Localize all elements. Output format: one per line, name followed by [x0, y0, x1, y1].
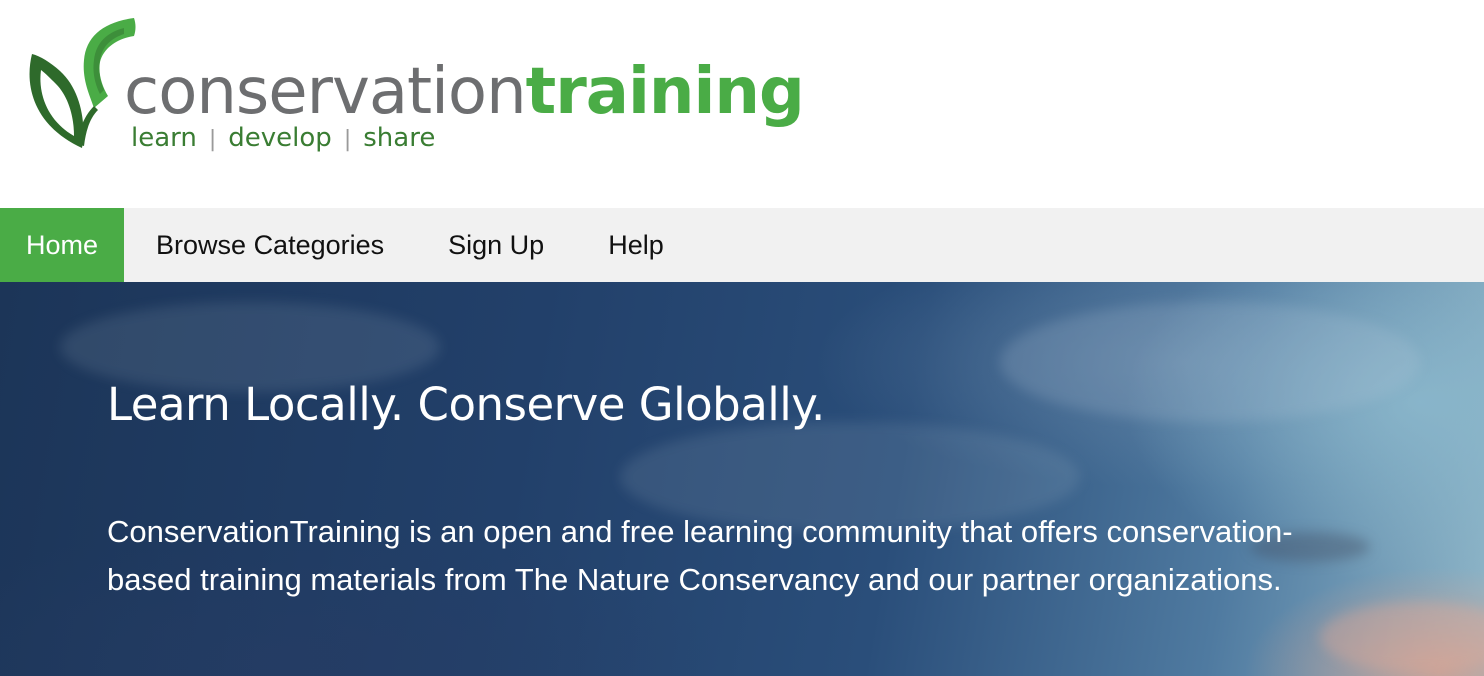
- tagline-develop: develop: [228, 123, 332, 153]
- nav-item-help[interactable]: Help: [576, 208, 696, 282]
- tagline-separator: |: [208, 127, 217, 152]
- hero-cloud: [1320, 602, 1484, 672]
- logo-word-conservation: conservation: [124, 55, 527, 129]
- site-logo[interactable]: conservationtraining learn | develop | share: [24, 16, 805, 166]
- hero-description: ConservationTraining is an open and free…: [107, 514, 1293, 597]
- logo-wordmark: conservationtraining: [124, 60, 805, 124]
- tagline-separator: |: [343, 127, 352, 152]
- nav-item-browse-categories[interactable]: Browse Categories: [124, 208, 416, 282]
- leaf-sprout-icon: [29, 18, 136, 148]
- main-nav: Home Browse Categories Sign Up Help: [0, 208, 1484, 282]
- tagline-share: share: [363, 123, 436, 153]
- logo-tagline: learn | develop | share: [131, 123, 435, 153]
- logo-word-training: training: [525, 55, 805, 129]
- tagline-learn: learn: [131, 123, 197, 153]
- hero-title: Learn Locally. Conserve Globally.: [107, 378, 825, 431]
- hero-cloud: [1000, 302, 1420, 422]
- site-header: conservationtraining learn | develop | share: [0, 0, 1484, 208]
- nav-item-home[interactable]: Home: [0, 208, 125, 282]
- nav-item-sign-up[interactable]: Sign Up: [416, 208, 576, 282]
- hero-banner: Learn Locally. Conserve Globally. Conser…: [0, 282, 1484, 676]
